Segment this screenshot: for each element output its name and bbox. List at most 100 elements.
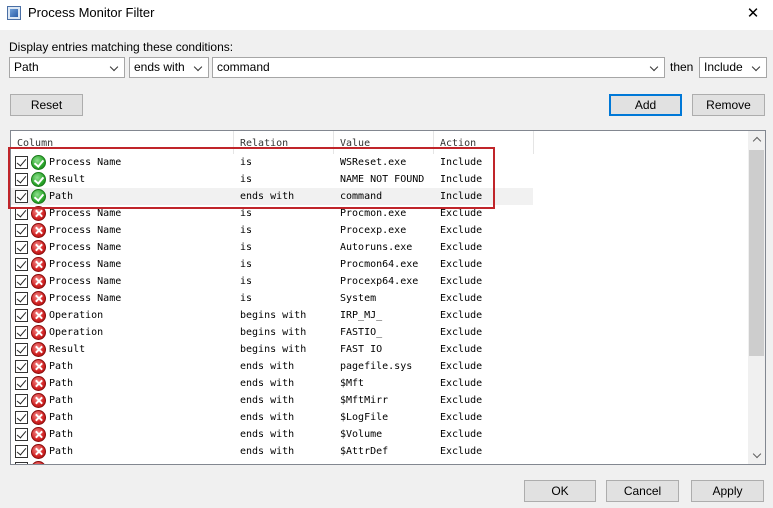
row-relation-cell: is	[240, 208, 253, 219]
row-relation-cell: is	[240, 276, 253, 287]
header-column[interactable]: Column	[11, 131, 234, 154]
row-enable-checkbox[interactable]	[15, 445, 28, 458]
header-value[interactable]: Value	[334, 131, 434, 154]
row-enable-checkbox[interactable]	[15, 462, 28, 464]
column-select-value: Path	[14, 60, 39, 74]
row-enable-checkbox[interactable]	[15, 224, 28, 237]
row-action-cell: Exclude	[440, 446, 483, 457]
row-value-cell: Procmon64.exe	[340, 259, 419, 270]
row-enable-checkbox[interactable]	[15, 360, 28, 373]
table-row[interactable]: Process Name is Procexp.exe Exclude	[11, 222, 751, 239]
table-row[interactable]: Path ends with $LogFile Exclude	[11, 409, 751, 426]
table-row[interactable]: Process Name is Procexp64.exe Exclude	[11, 273, 751, 290]
row-enable-checkbox[interactable]	[15, 258, 28, 271]
row-relation-cell: ends with	[240, 412, 295, 423]
row-enable-checkbox[interactable]	[15, 156, 28, 169]
exclude-x-icon	[31, 223, 46, 238]
row-enable-checkbox[interactable]	[15, 241, 28, 254]
row-column-cell: Path	[49, 191, 74, 202]
exclude-x-icon	[31, 325, 46, 340]
exclude-x-icon	[31, 291, 46, 306]
table-row[interactable]: Path ends with $AttrDef Exclude	[11, 443, 751, 460]
row-value-cell: IRP_MJ_	[340, 310, 383, 321]
row-enable-checkbox[interactable]	[15, 326, 28, 339]
row-column-cell: Path	[49, 378, 74, 389]
row-enable-checkbox[interactable]	[15, 394, 28, 407]
ok-button[interactable]: OK	[524, 480, 596, 502]
row-relation-cell: is	[240, 174, 253, 185]
vertical-scrollbar[interactable]	[748, 131, 765, 464]
add-button[interactable]: Add	[609, 94, 682, 116]
table-row[interactable]: Process Name is Procmon64.exe Exclude	[11, 256, 751, 273]
row-column-cell: Process Name	[49, 259, 122, 270]
row-value-cell: Autoruns.exe	[340, 242, 413, 253]
table-row[interactable]	[11, 460, 751, 464]
row-enable-checkbox[interactable]	[15, 173, 28, 186]
exclude-x-icon	[31, 376, 46, 391]
table-row[interactable]: Operation begins with IRP_MJ_ Exclude	[11, 307, 751, 324]
process-monitor-app-icon	[7, 6, 21, 20]
row-column-cell: Process Name	[49, 276, 122, 287]
close-button[interactable]: ✕	[733, 0, 773, 30]
table-row[interactable]: Path ends with pagefile.sys Exclude	[11, 358, 751, 375]
row-value-cell: Procexp64.exe	[340, 276, 419, 287]
apply-button[interactable]: Apply	[691, 480, 764, 502]
include-check-icon	[31, 155, 46, 170]
row-enable-checkbox[interactable]	[15, 292, 28, 305]
row-action-cell: Exclude	[440, 344, 483, 355]
table-row[interactable]: Process Name is Procmon.exe Exclude	[11, 205, 751, 222]
row-enable-checkbox[interactable]	[15, 411, 28, 424]
cancel-button[interactable]: Cancel	[606, 480, 679, 502]
list-header: Column Relation Value Action	[11, 131, 765, 154]
exclude-x-icon	[31, 240, 46, 255]
filter-list[interactable]: Column Relation Value Action Process Nam…	[10, 130, 766, 465]
row-relation-cell: begins with	[240, 344, 307, 355]
header-action[interactable]: Action	[434, 131, 534, 154]
row-action-cell: Exclude	[440, 310, 483, 321]
row-enable-checkbox[interactable]	[15, 207, 28, 220]
table-row[interactable]: Operation begins with FASTIO_ Exclude	[11, 324, 751, 341]
conditions-label: Display entries matching these condition…	[9, 40, 234, 54]
scroll-up-arrow-icon[interactable]	[748, 131, 765, 148]
reset-button[interactable]: Reset	[10, 94, 83, 116]
table-row[interactable]: Path ends with command Include	[11, 188, 751, 205]
row-action-cell: Exclude	[440, 412, 483, 423]
relation-select[interactable]: ends with	[129, 57, 209, 78]
row-enable-checkbox[interactable]	[15, 428, 28, 441]
row-enable-checkbox[interactable]	[15, 275, 28, 288]
exclude-x-icon	[31, 410, 46, 425]
row-enable-checkbox[interactable]	[15, 377, 28, 390]
column-select[interactable]: Path	[9, 57, 125, 78]
row-enable-checkbox[interactable]	[15, 190, 28, 203]
row-enable-checkbox[interactable]	[15, 309, 28, 322]
table-row[interactable]: Result begins with FAST IO Exclude	[11, 341, 751, 358]
include-check-icon	[31, 172, 46, 187]
table-row[interactable]: Process Name is Autoruns.exe Exclude	[11, 239, 751, 256]
exclude-x-icon	[31, 393, 46, 408]
table-row[interactable]: Process Name is WSReset.exe Include	[11, 154, 751, 171]
exclude-x-icon	[31, 359, 46, 374]
row-column-cell: Result	[49, 174, 86, 185]
table-row[interactable]: Path ends with $MftMirr Exclude	[11, 392, 751, 409]
value-combobox[interactable]: command	[212, 57, 665, 78]
row-value-cell: $MftMirr	[340, 395, 389, 406]
scrollbar-thumb[interactable]	[749, 150, 764, 356]
exclude-x-icon	[31, 274, 46, 289]
table-row[interactable]: Path ends with $Mft Exclude	[11, 375, 751, 392]
action-select-value: Include	[704, 60, 743, 74]
row-relation-cell: ends with	[240, 429, 295, 440]
row-action-cell: Exclude	[440, 208, 483, 219]
relation-select-value: ends with	[134, 60, 185, 74]
table-row[interactable]: Process Name is System Exclude	[11, 290, 751, 307]
row-enable-checkbox[interactable]	[15, 343, 28, 356]
row-value-cell: command	[340, 191, 383, 202]
table-row[interactable]: Path ends with $Volume Exclude	[11, 426, 751, 443]
scroll-down-arrow-icon[interactable]	[748, 447, 765, 464]
row-action-cell: Exclude	[440, 242, 483, 253]
action-select[interactable]: Include	[699, 57, 767, 78]
row-value-cell: Procmon.exe	[340, 208, 407, 219]
header-relation[interactable]: Relation	[234, 131, 334, 154]
table-row[interactable]: Result is NAME NOT FOUND Include	[11, 171, 751, 188]
remove-button[interactable]: Remove	[692, 94, 765, 116]
row-relation-cell: ends with	[240, 395, 295, 406]
